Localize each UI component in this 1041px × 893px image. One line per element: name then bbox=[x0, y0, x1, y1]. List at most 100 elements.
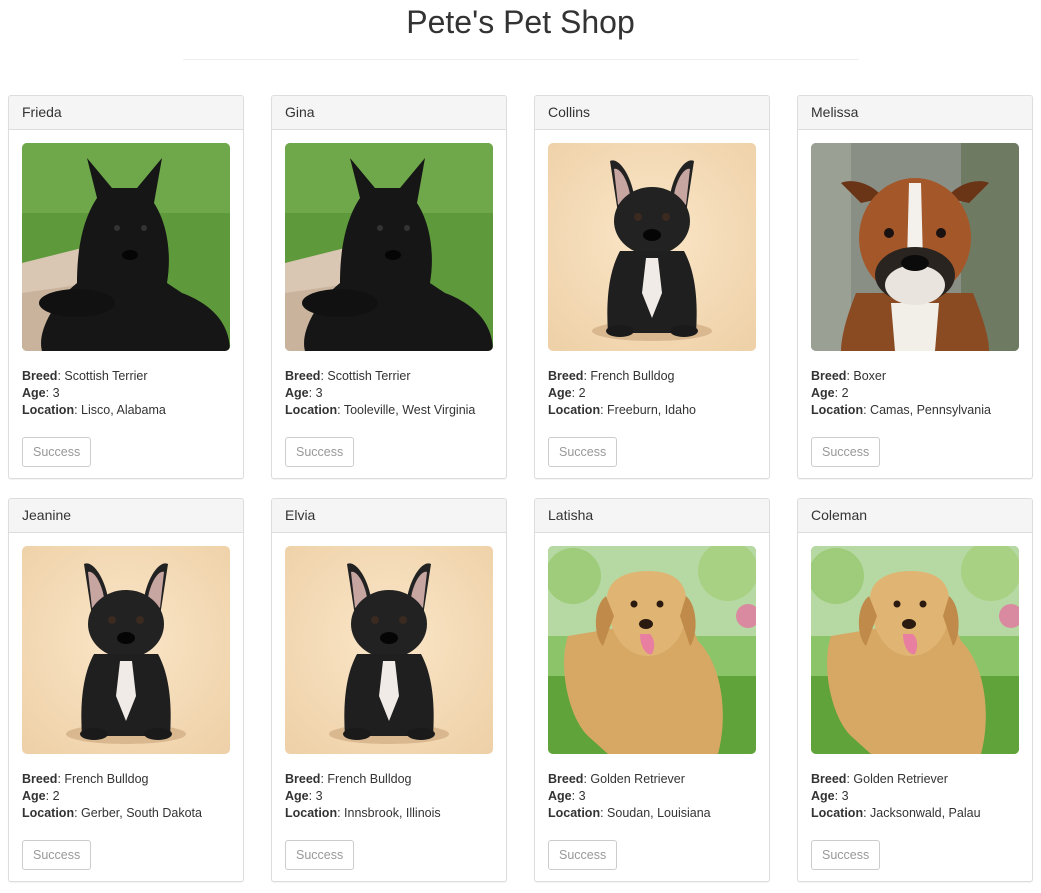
breed-row: Breed: French Bulldog bbox=[548, 369, 675, 383]
pet-card-body: Breed: Scottish Terrier Age: 3 Location:… bbox=[9, 130, 243, 478]
breed-value: French Bulldog bbox=[64, 772, 149, 786]
pet-card-body: Breed: Scottish Terrier Age: 3 Location:… bbox=[272, 130, 506, 478]
location-value: Innsbrook, Illinois bbox=[344, 806, 441, 820]
pet-name: Frieda bbox=[9, 96, 243, 130]
breed-label: Breed bbox=[548, 772, 584, 786]
age-row: Age: 2 bbox=[548, 386, 586, 400]
location-value: Tooleville, West Virginia bbox=[343, 403, 476, 417]
location-row: Location: Freeburn, Idaho bbox=[548, 403, 696, 417]
breed-value: French Bulldog bbox=[590, 369, 675, 383]
location-label: Location bbox=[811, 403, 864, 417]
age-label: Age bbox=[811, 386, 835, 400]
pet-photo bbox=[22, 546, 230, 754]
age-value: 2 bbox=[841, 386, 849, 400]
pet-card: Coleman Breed: Golden Retriever Age: 3 L… bbox=[797, 498, 1033, 882]
age-label: Age bbox=[22, 386, 46, 400]
success-button[interactable]: Success bbox=[285, 840, 355, 870]
breed-row: Breed: French Bulldog bbox=[22, 772, 149, 786]
age-value: 2 bbox=[578, 386, 586, 400]
pet-details: Breed: Scottish Terrier Age: 3 Location:… bbox=[285, 368, 493, 419]
pet-name: Elvia bbox=[272, 499, 506, 533]
pet-details: Breed: Golden Retriever Age: 3 Location:… bbox=[548, 771, 756, 822]
location-value: Freeburn, Idaho bbox=[607, 403, 696, 417]
success-button[interactable]: Success bbox=[285, 437, 355, 467]
success-button[interactable]: Success bbox=[811, 437, 881, 467]
breed-value: Golden Retriever bbox=[853, 772, 948, 786]
age-row: Age: 3 bbox=[811, 789, 849, 803]
success-button[interactable]: Success bbox=[22, 840, 92, 870]
breed-value: Golden Retriever bbox=[590, 772, 685, 786]
age-row: Age: 2 bbox=[811, 386, 849, 400]
breed-label: Breed bbox=[285, 369, 321, 383]
pet-card: Frieda Breed: Scottish Terrier Age: 3 Lo… bbox=[8, 95, 244, 479]
location-label: Location bbox=[22, 806, 75, 820]
age-row: Age: 3 bbox=[285, 386, 323, 400]
breed-label: Breed bbox=[548, 369, 584, 383]
breed-label: Breed bbox=[811, 772, 847, 786]
location-value: Soudan, Louisiana bbox=[607, 806, 711, 820]
breed-row: Breed: Golden Retriever bbox=[548, 772, 685, 786]
breed-row: Breed: Golden Retriever bbox=[811, 772, 948, 786]
pet-card-body: Breed: French Bulldog Age: 2 Location: G… bbox=[9, 533, 243, 881]
location-label: Location bbox=[22, 403, 75, 417]
pet-photo bbox=[548, 546, 756, 754]
pet-photo bbox=[811, 546, 1019, 754]
pet-photo bbox=[22, 143, 230, 351]
age-row: Age: 3 bbox=[22, 386, 60, 400]
age-label: Age bbox=[285, 789, 309, 803]
age-value: 3 bbox=[52, 386, 60, 400]
pet-name: Collins bbox=[535, 96, 769, 130]
location-value: Camas, Pennsylvania bbox=[870, 403, 991, 417]
location-label: Location bbox=[548, 806, 601, 820]
pet-details: Breed: French Bulldog Age: 2 Location: G… bbox=[22, 771, 230, 822]
location-label: Location bbox=[811, 806, 864, 820]
success-button[interactable]: Success bbox=[548, 437, 618, 467]
location-label: Location bbox=[548, 403, 601, 417]
pet-details: Breed: French Bulldog Age: 2 Location: F… bbox=[548, 368, 756, 419]
location-row: Location: Lisco, Alabama bbox=[22, 403, 166, 417]
age-row: Age: 3 bbox=[285, 789, 323, 803]
page-title: Pete's Pet Shop bbox=[406, 4, 635, 40]
breed-label: Breed bbox=[811, 369, 847, 383]
breed-label: Breed bbox=[22, 772, 58, 786]
location-row: Location: Camas, Pennsylvania bbox=[811, 403, 991, 417]
location-label: Location bbox=[285, 806, 338, 820]
pet-card: Elvia Breed: French Bulldog Age: 3 Locat… bbox=[271, 498, 507, 882]
success-button[interactable]: Success bbox=[811, 840, 881, 870]
pet-name: Latisha bbox=[535, 499, 769, 533]
breed-label: Breed bbox=[22, 369, 58, 383]
breed-row: Breed: Scottish Terrier bbox=[22, 369, 148, 383]
location-value: Gerber, South Dakota bbox=[81, 806, 202, 820]
pet-card-body: Breed: Golden Retriever Age: 3 Location:… bbox=[535, 533, 769, 881]
breed-value: French Bulldog bbox=[327, 772, 412, 786]
breed-row: Breed: Scottish Terrier bbox=[285, 369, 411, 383]
breed-row: Breed: French Bulldog bbox=[285, 772, 412, 786]
pet-name: Gina bbox=[272, 96, 506, 130]
age-value: 3 bbox=[841, 789, 849, 803]
pet-details: Breed: French Bulldog Age: 3 Location: I… bbox=[285, 771, 493, 822]
location-value: Jacksonwald, Palau bbox=[870, 806, 981, 820]
pet-card-body: Breed: French Bulldog Age: 2 Location: F… bbox=[535, 130, 769, 478]
pet-card: Gina Breed: Scottish Terrier Age: 3 Loca… bbox=[271, 95, 507, 479]
age-row: Age: 3 bbox=[548, 789, 586, 803]
pet-name: Coleman bbox=[798, 499, 1032, 533]
pet-photo bbox=[548, 143, 756, 351]
location-value: Lisco, Alabama bbox=[81, 403, 166, 417]
location-row: Location: Jacksonwald, Palau bbox=[811, 806, 981, 820]
pet-details: Breed: Boxer Age: 2 Location: Camas, Pen… bbox=[811, 368, 1019, 419]
pet-card-body: Breed: Boxer Age: 2 Location: Camas, Pen… bbox=[798, 130, 1032, 478]
age-label: Age bbox=[548, 789, 572, 803]
pet-card-body: Breed: Golden Retriever Age: 3 Location:… bbox=[798, 533, 1032, 881]
age-label: Age bbox=[811, 789, 835, 803]
success-button[interactable]: Success bbox=[22, 437, 92, 467]
age-label: Age bbox=[285, 386, 309, 400]
pet-name: Melissa bbox=[798, 96, 1032, 130]
pet-card: Jeanine Breed: French Bulldog Age: 2 Loc… bbox=[8, 498, 244, 882]
pet-photo bbox=[811, 143, 1019, 351]
location-row: Location: Soudan, Louisiana bbox=[548, 806, 711, 820]
pet-details: Breed: Scottish Terrier Age: 3 Location:… bbox=[22, 368, 230, 419]
success-button[interactable]: Success bbox=[548, 840, 618, 870]
age-value: 3 bbox=[578, 789, 586, 803]
location-row: Location: Tooleville, West Virginia bbox=[285, 403, 476, 417]
location-label: Location bbox=[285, 403, 338, 417]
